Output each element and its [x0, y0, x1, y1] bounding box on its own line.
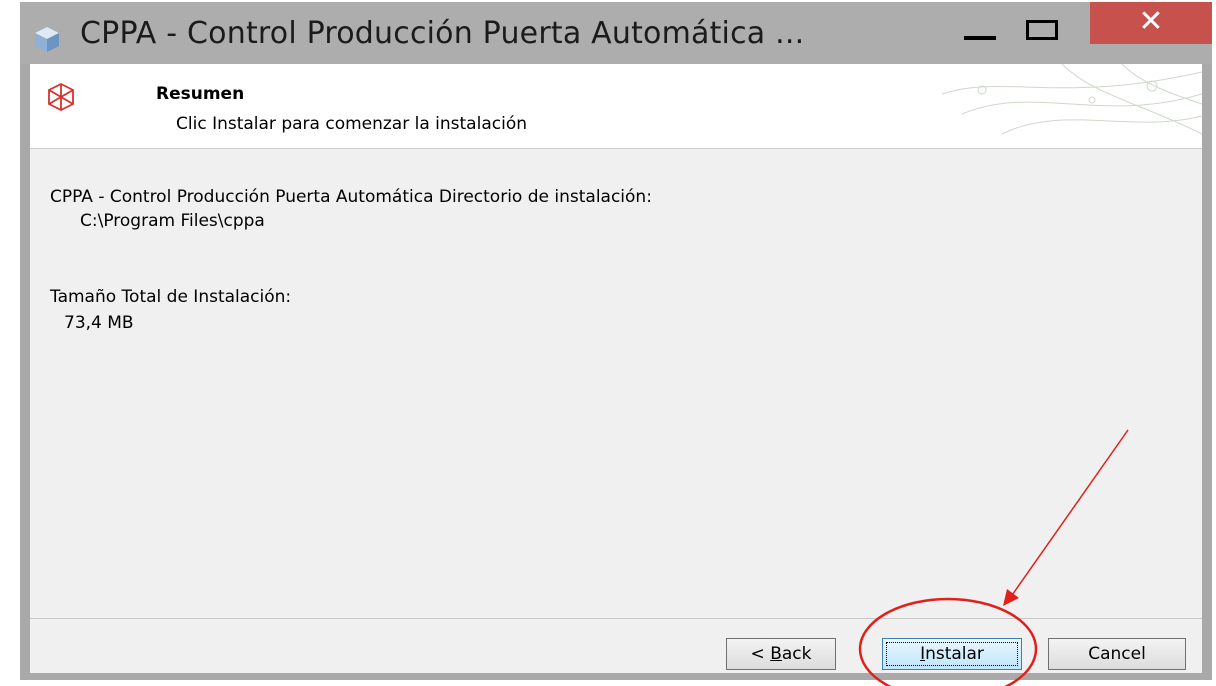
installer-cube-icon — [48, 82, 74, 112]
minimize-button[interactable] — [958, 2, 1004, 44]
install-label: Instalar — [920, 644, 984, 664]
close-icon: ✕ — [1138, 4, 1164, 39]
install-size-value: 73,4 MB — [64, 313, 134, 333]
page-subtitle: Clic Instalar para comenzar la instalaci… — [176, 114, 527, 134]
maximize-button[interactable] — [1016, 2, 1070, 44]
window-title: CPPA - Control Producción Puerta Automát… — [80, 16, 805, 51]
app-cube-icon — [35, 27, 59, 52]
installer-window: CPPA - Control Producción Puerta Automát… — [20, 2, 1212, 680]
install-dir-value: C:\Program Files\cppa — [80, 211, 265, 231]
back-button[interactable]: < Back — [726, 638, 836, 670]
install-button[interactable]: Instalar — [882, 638, 1022, 670]
wizard-header: Resumen Clic Instalar para comenzar la i… — [30, 64, 1202, 148]
summary-panel: CPPA - Control Producción Puerta Automát… — [30, 148, 1202, 619]
decorative-swirl — [942, 64, 1202, 135]
install-size-label: Tamaño Total de Instalación: — [50, 287, 292, 307]
cancel-button[interactable]: Cancel — [1048, 638, 1186, 670]
close-button[interactable]: ✕ — [1090, 2, 1212, 44]
product-install-dir-label: CPPA - Control Producción Puerta Automát… — [50, 187, 652, 207]
page-title: Resumen — [156, 84, 245, 104]
title-bar[interactable]: CPPA - Control Producción Puerta Automát… — [20, 2, 1212, 64]
back-label: < Back — [750, 644, 812, 664]
wizard-footer: < Back Instalar Cancel — [30, 618, 1202, 673]
